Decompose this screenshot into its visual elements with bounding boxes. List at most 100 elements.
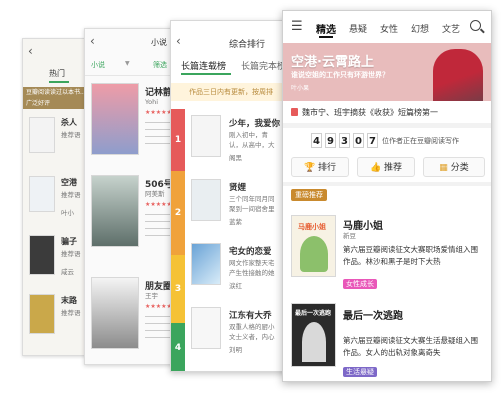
screen-featured: ☰ 精选 悬疑 女性 幻想 文艺 空港·云霄路上 谁说空姐的工作只有环游世界？ … (282, 10, 492, 382)
book-desc: 刚入初中，青 (229, 131, 268, 139)
cover-art (302, 322, 326, 362)
book-cover[interactable] (91, 83, 139, 155)
tab-finished-ranking[interactable]: 长篇完本榜 (241, 59, 286, 72)
back-icon[interactable]: ‹ (90, 34, 95, 48)
news-icon (291, 108, 298, 116)
banner-title: 空港·云霄路上 (291, 55, 374, 70)
tab-mystery[interactable]: 悬疑 (349, 22, 367, 35)
cover-art (300, 236, 328, 272)
tab-featured[interactable]: 精选 (316, 21, 336, 36)
tab-female[interactable]: 女性 (380, 22, 398, 35)
tab-serial-ranking[interactable]: 长篇连载榜 (181, 59, 226, 72)
cover-title: 最后一次逃跑 (295, 310, 332, 317)
rank-number: 3 (171, 255, 185, 323)
banner-author: 叶小果 (291, 85, 310, 92)
book-author: Yohi (145, 98, 159, 106)
book-cover[interactable] (191, 115, 221, 157)
recommend-button[interactable]: 👍 推荐 (357, 157, 415, 177)
tab-novel[interactable]: 小说 (91, 60, 105, 70)
book-author: 涙红 (229, 282, 242, 290)
chevron-down-icon: ▼ (125, 60, 130, 67)
book-title[interactable]: 宅女的恋爱 (229, 245, 272, 257)
book-cover[interactable] (91, 277, 139, 349)
book-cover[interactable] (191, 307, 221, 349)
counter-digit: 7 (367, 133, 378, 148)
rating-stars: ★★★★★ (145, 303, 172, 310)
item-title[interactable]: 空港 (61, 177, 77, 188)
thumbs-up-icon: 👍 (369, 163, 382, 173)
book-cover[interactable]: 最后一次逃跑 (291, 303, 336, 367)
book-cover[interactable] (29, 117, 55, 153)
book-desc: 第六届豆瓣阅读征文大赛职场爱情组入围作品。林沙和黑子是时下大热 (343, 245, 478, 266)
search-icon-handle (480, 28, 485, 34)
item-title[interactable]: 骗子 (61, 236, 77, 247)
item-sub: 推荐语 (61, 250, 81, 258)
ranking-button[interactable]: 🏆 排行 (291, 157, 349, 177)
book-title[interactable]: 朋友圈 (145, 279, 172, 292)
book-desc: 文士义者，内心 (229, 333, 275, 341)
book-desc: 认，从高中，大 (229, 141, 275, 149)
book-desc: 聚到一间宿舍里 (229, 205, 275, 213)
category-button[interactable]: ▦ 分类 (423, 157, 485, 177)
book-title[interactable]: 少年，我爱你 (229, 117, 280, 129)
counter-digit: 9 (325, 133, 336, 148)
divider (283, 182, 491, 186)
book-desc: 产生性接触的她 (229, 269, 275, 277)
screen1-header: 热门 (49, 69, 65, 78)
book-desc: 网文作家整天宅 (229, 259, 275, 267)
item-sub: 推荐语 (61, 191, 81, 199)
ranking-label: 排行 (318, 163, 337, 173)
section-label: 重磅推荐 (291, 189, 327, 201)
rating-stars: ★★★★★ (145, 109, 172, 116)
banner-subtitle: 谁说空姐的工作只有环游世界？ (291, 71, 389, 79)
screen2-header: 小说 (151, 38, 167, 47)
banner-illustration (433, 49, 483, 101)
news-headline[interactable]: 魏市宁、班宇摘获《收获》短篇榜第一 (302, 107, 438, 118)
book-cover[interactable] (29, 176, 55, 212)
book-cover[interactable] (29, 235, 55, 275)
counter-text: 位作者正在豆瓣阅读写作 (382, 137, 459, 145)
item-author: 咸云 (61, 268, 74, 276)
rating-stars: ★★★★★ (145, 201, 172, 208)
book-cover[interactable] (29, 294, 55, 334)
cover-title: 马鹿小姐 (298, 223, 326, 231)
item-title[interactable]: 杀人 (61, 117, 77, 128)
rank-number: 1 (171, 109, 185, 171)
ranking-notice: 作品三日内有更新，按周排 (171, 83, 291, 101)
item-sub: 推荐语 (61, 131, 81, 139)
item-author: 叶小 (61, 209, 74, 217)
book-title[interactable]: 江东有大乔 (229, 309, 272, 321)
category-label: 分类 (450, 163, 469, 173)
book-cover[interactable] (91, 175, 139, 247)
filter-button[interactable]: 筛选 (153, 60, 167, 70)
book-cover[interactable] (191, 179, 221, 221)
tab-fantasy[interactable]: 幻想 (411, 22, 429, 35)
back-icon[interactable]: ‹ (176, 34, 181, 48)
item-sub: 推荐语 (61, 309, 81, 317)
book-author: 刘明 (229, 346, 242, 354)
counter-digit: 3 (339, 133, 350, 148)
genre-tag[interactable]: 生活悬疑 (343, 367, 377, 377)
book-desc: 双重人格的厨小 (229, 323, 275, 331)
divider (283, 123, 491, 128)
counter-digit: 0 (353, 133, 364, 148)
back-icon[interactable]: ‹ (28, 44, 33, 58)
promo-banner[interactable]: 空港·云霄路上 谁说空姐的工作只有环游世界？ 叶小果 (283, 43, 491, 101)
tab-literary[interactable]: 文艺 (442, 22, 460, 35)
item-title[interactable]: 末路 (61, 295, 77, 306)
book-title[interactable]: 马鹿小姐 (343, 217, 383, 232)
book-cover[interactable]: 马鹿小姐 (291, 215, 336, 277)
book-title[interactable]: 记林静 (145, 85, 172, 98)
book-title[interactable]: 贤娌 (229, 181, 246, 193)
book-title[interactable]: 506号 (145, 177, 173, 190)
screen3-header: 综合排行 (229, 40, 266, 50)
tab-underline (319, 36, 333, 38)
book-author: 阿美斯 (145, 190, 165, 198)
genre-tag[interactable]: 女性成长 (343, 279, 377, 289)
book-cover[interactable] (191, 243, 221, 285)
book-author: 王宇 (145, 292, 158, 300)
rank-number: 4 (171, 323, 185, 371)
menu-icon[interactable]: ☰ (291, 19, 303, 34)
book-title[interactable]: 最后一次逃跑 (343, 307, 403, 322)
rank-number: 2 (171, 171, 185, 255)
